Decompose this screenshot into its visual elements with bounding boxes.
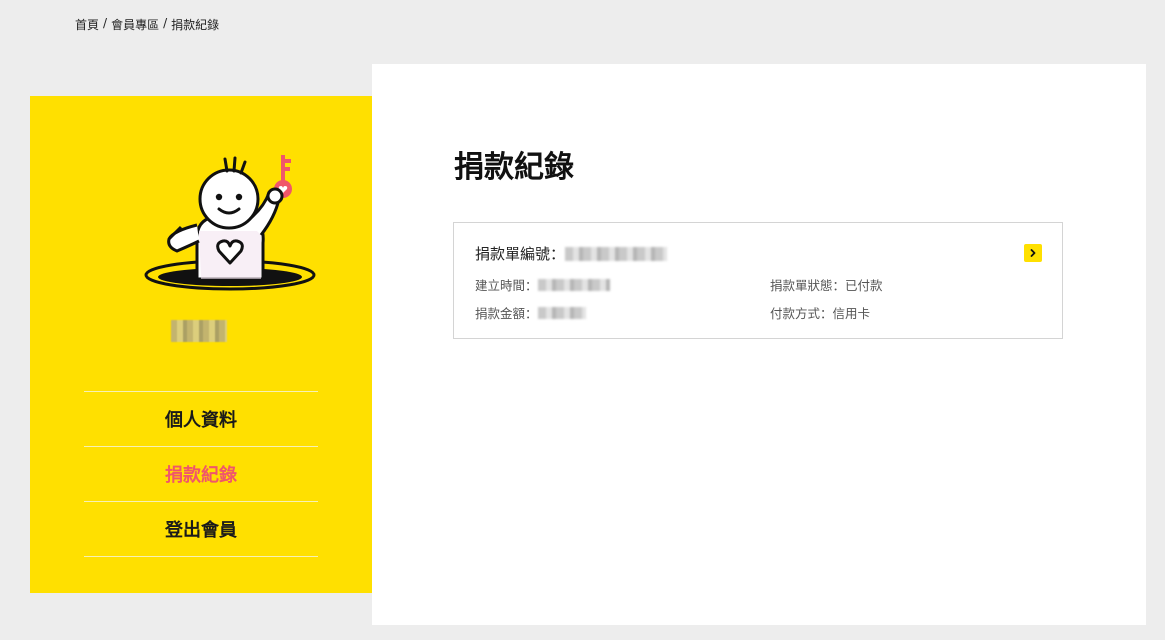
- payment-method-value: 信用卡: [832, 306, 871, 321]
- main-panel: 捐款紀錄 捐款單編號： 建立時間： 捐款單狀態： 已付款 捐款金額： 付款方式：…: [372, 64, 1146, 625]
- payment-method: 付款方式： 信用卡: [770, 303, 870, 322]
- record-status-label: 捐款單狀態：: [770, 278, 846, 293]
- payment-method-label: 付款方式：: [770, 306, 833, 321]
- breadcrumb-member[interactable]: 會員專區: [111, 16, 159, 33]
- donation-amount: 捐款金額：: [475, 303, 586, 322]
- menu-item-logout[interactable]: 登出會員: [84, 502, 318, 557]
- created-time: 建立時間：: [475, 275, 610, 294]
- donation-amount-value-blurred: [537, 306, 586, 319]
- record-status: 捐款單狀態： 已付款: [770, 275, 883, 294]
- record-number-label: 捐款單編號：: [475, 245, 566, 263]
- created-time-label: 建立時間：: [475, 278, 538, 293]
- breadcrumb-separator: /: [103, 16, 108, 30]
- breadcrumb-home[interactable]: 首頁: [75, 16, 99, 33]
- created-time-value-blurred: [537, 278, 610, 291]
- menu-item-profile[interactable]: 個人資料: [84, 392, 318, 447]
- breadcrumb-separator: /: [163, 16, 168, 30]
- record-detail-button[interactable]: [1024, 244, 1042, 262]
- record-number: 捐款單編號：: [475, 243, 668, 264]
- donation-amount-label: 捐款金額：: [475, 306, 538, 321]
- page-title: 捐款紀錄: [454, 150, 574, 185]
- member-menu: 個人資料 捐款紀錄 登出會員: [84, 391, 318, 557]
- record-status-value: 已付款: [845, 278, 883, 293]
- username-blurred: [171, 320, 227, 342]
- donation-record-card[interactable]: 捐款單編號： 建立時間： 捐款單狀態： 已付款 捐款金額： 付款方式： 信用卡: [453, 222, 1063, 339]
- chevron-right-icon: [1030, 249, 1036, 257]
- mascot-with-key-icon: [144, 155, 316, 291]
- breadcrumb-current[interactable]: 捐款紀錄: [171, 16, 219, 33]
- record-number-value-blurred: [565, 246, 668, 261]
- member-sidebar: 個人資料 捐款紀錄 登出會員: [30, 96, 372, 593]
- menu-item-donation-records[interactable]: 捐款紀錄: [84, 447, 318, 502]
- breadcrumb: 首頁 / 會員專區 / 捐款紀錄: [75, 16, 219, 33]
